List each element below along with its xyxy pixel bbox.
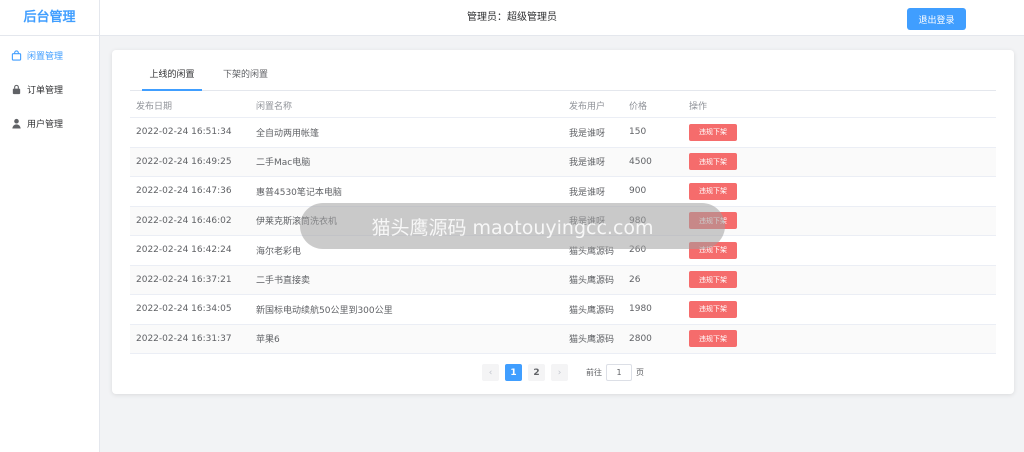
items-table: 发布日期 闲置名称 发布用户 价格 操作 2022-02-24 16:51:34… xyxy=(130,94,996,354)
sidebar-item-idle-management[interactable]: 闲置管理 xyxy=(0,38,100,72)
sidebar-item-label: 订单管理 xyxy=(27,85,64,96)
cell-user: 猫头鹰源码 xyxy=(569,276,615,287)
bag-icon xyxy=(10,49,22,61)
main-card: 上线的闲置 下架的闲置 发布日期 闲置名称 发布用户 价格 操作 2022-02… xyxy=(112,50,1014,394)
page-button-2[interactable]: 2 xyxy=(528,364,545,381)
cell-action: 违规下架 xyxy=(689,266,769,295)
cell-action: 违规下架 xyxy=(689,148,769,177)
cell-name: 二手书直接卖 xyxy=(256,276,311,287)
tab-bar: 上线的闲置 下架的闲置 xyxy=(130,64,996,91)
cell-action: 违规下架 xyxy=(689,295,769,324)
cell-user: 猫头鹰源码 xyxy=(569,305,615,316)
table-row: 2022-02-24 16:31:37 苹果6 猫头鹰源码 2800 违规下架 xyxy=(130,324,996,354)
table-row: 2022-02-24 16:49:25 二手Mac电脑 我是谁呀 4500 违规… xyxy=(130,147,996,177)
lock-icon xyxy=(10,83,22,95)
cell-date: 2022-02-24 16:46:02 xyxy=(136,215,232,226)
cell-name: 海尔老彩电 xyxy=(256,246,302,257)
cell-user: 猫头鹰源码 xyxy=(569,335,615,346)
takedown-button[interactable]: 违规下架 xyxy=(689,212,737,230)
cell-date: 2022-02-24 16:34:05 xyxy=(136,304,232,315)
cell-price: 26 xyxy=(629,274,641,285)
takedown-button[interactable]: 违规下架 xyxy=(689,123,737,141)
goto-page-input[interactable] xyxy=(606,364,632,381)
logout-button[interactable]: 退出登录 xyxy=(907,8,966,30)
takedown-button[interactable]: 违规下架 xyxy=(689,330,737,348)
cell-action: 违规下架 xyxy=(689,325,769,354)
cell-user: 我是谁呀 xyxy=(569,158,606,169)
goto-suffix: 页 xyxy=(636,368,644,377)
cell-user: 我是谁呀 xyxy=(569,217,606,228)
sidebar-item-label: 用户管理 xyxy=(27,119,64,130)
takedown-button[interactable]: 违规下架 xyxy=(689,182,737,200)
cell-user: 我是谁呀 xyxy=(569,128,606,139)
top-header: 后台管理 管理员：超级管理员 退出登录 xyxy=(0,0,1024,36)
admin-label: 管理员：超级管理员 xyxy=(467,12,557,23)
next-page-button[interactable]: › xyxy=(551,364,568,381)
table-row: 2022-02-24 16:34:05 新国标电动续航50公里到300公里 猫头… xyxy=(130,295,996,325)
sidebar: 闲置管理 订单管理 用户管理 xyxy=(0,36,100,452)
table-row: 2022-02-24 16:42:24 海尔老彩电 猫头鹰源码 260 违规下架 xyxy=(130,236,996,266)
table-row: 2022-02-24 16:37:21 二手书直接卖 猫头鹰源码 26 违规下架 xyxy=(130,265,996,295)
cell-price: 260 xyxy=(629,245,647,256)
cell-date: 2022-02-24 16:51:34 xyxy=(136,127,232,138)
cell-date: 2022-02-24 16:42:24 xyxy=(136,245,232,256)
cell-price: 150 xyxy=(629,127,647,138)
column-header-action: 操作 xyxy=(689,102,708,112)
cell-user: 猫头鹰源码 xyxy=(569,246,615,257)
cell-price: 900 xyxy=(629,186,647,197)
column-header-date[interactable]: 发布日期 xyxy=(136,94,251,117)
column-header-user[interactable]: 发布用户 xyxy=(569,94,624,117)
takedown-button[interactable]: 违规下架 xyxy=(689,153,737,171)
cell-name: 新国标电动续航50公里到300公里 xyxy=(256,305,393,316)
cell-date: 2022-02-24 16:47:36 xyxy=(136,186,232,197)
column-header-name[interactable]: 闲置名称 xyxy=(256,94,556,117)
tab-online-idle[interactable]: 上线的闲置 xyxy=(142,64,202,91)
cell-action: 违规下架 xyxy=(689,118,769,147)
takedown-button[interactable]: 违规下架 xyxy=(689,271,737,289)
pagination: ‹ 1 2 › 前往 页 xyxy=(482,364,644,381)
user-icon xyxy=(10,117,22,129)
tab-offline-idle[interactable]: 下架的闲置 xyxy=(223,64,273,91)
cell-name: 苹果6 xyxy=(256,335,280,346)
table-row: 2022-02-24 16:46:02 伊莱克斯滚筒洗衣机 我是谁呀 980 违… xyxy=(130,206,996,236)
cell-date: 2022-02-24 16:49:25 xyxy=(136,156,232,167)
cell-date: 2022-02-24 16:31:37 xyxy=(136,333,232,344)
cell-name: 惠普4530笔记本电脑 xyxy=(256,187,342,198)
table-row: 2022-02-24 16:47:36 惠普4530笔记本电脑 我是谁呀 900… xyxy=(130,177,996,207)
table-row: 2022-02-24 16:51:34 全自动两用帐篷 我是谁呀 150 违规下… xyxy=(130,118,996,148)
cell-action: 违规下架 xyxy=(689,177,769,206)
takedown-button[interactable]: 违规下架 xyxy=(689,241,737,259)
cell-price: 1980 xyxy=(629,304,652,315)
cell-name: 全自动两用帐篷 xyxy=(256,128,320,139)
cell-action: 违规下架 xyxy=(689,236,769,265)
takedown-button[interactable]: 违规下架 xyxy=(689,300,737,318)
cell-name: 伊莱克斯滚筒洗衣机 xyxy=(256,217,338,228)
sidebar-item-order-management[interactable]: 订单管理 xyxy=(0,72,100,106)
page-button-1[interactable]: 1 xyxy=(505,364,522,381)
sidebar-item-label: 闲置管理 xyxy=(27,51,64,62)
cell-date: 2022-02-24 16:37:21 xyxy=(136,274,232,285)
prev-page-button[interactable]: ‹ xyxy=(482,364,499,381)
sidebar-item-user-management[interactable]: 用户管理 xyxy=(0,106,100,140)
cell-name: 二手Mac电脑 xyxy=(256,158,311,169)
cell-price: 4500 xyxy=(629,156,652,167)
cell-user: 我是谁呀 xyxy=(569,187,606,198)
cell-action: 违规下架 xyxy=(689,207,769,236)
goto-label: 前往 xyxy=(586,368,602,377)
cell-price: 980 xyxy=(629,215,647,226)
cell-price: 2800 xyxy=(629,333,652,344)
table-header: 发布日期 闲置名称 发布用户 价格 操作 xyxy=(130,94,996,118)
column-header-price[interactable]: 价格 xyxy=(629,94,684,117)
